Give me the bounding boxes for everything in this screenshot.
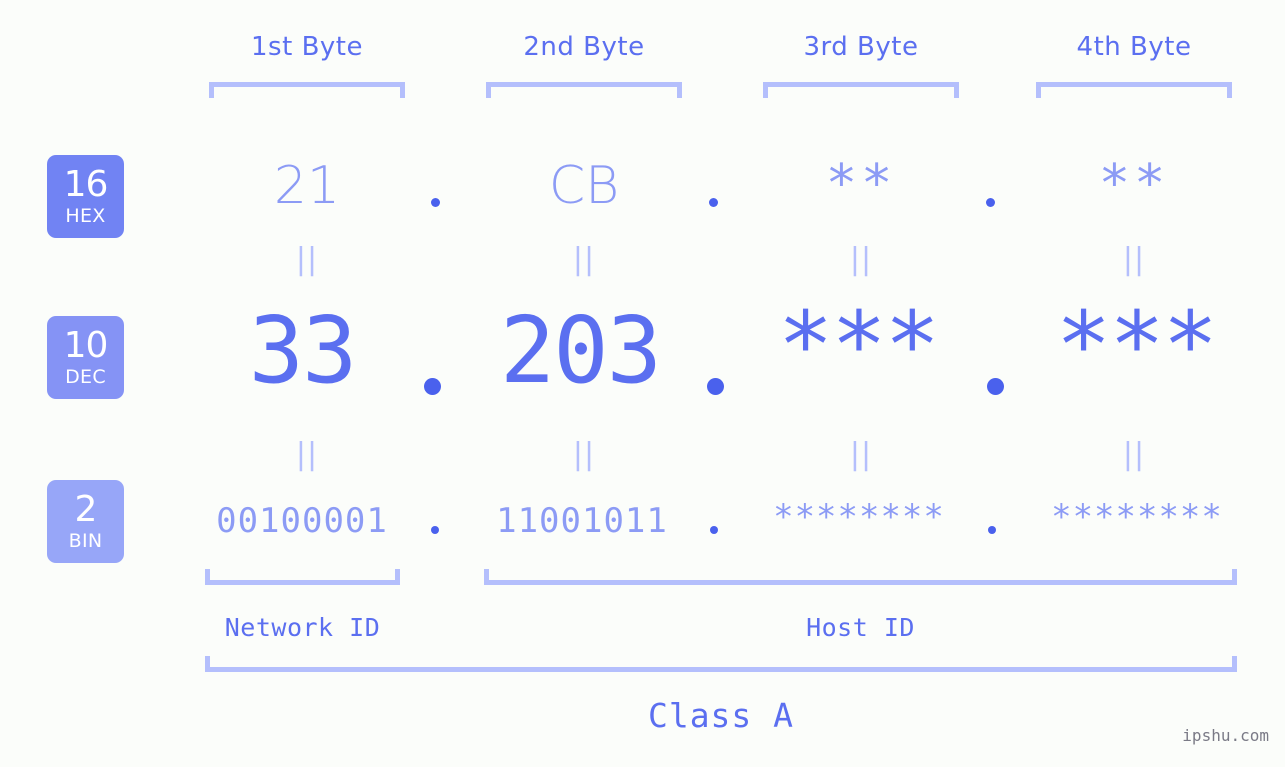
hex-separator-dot-1 (431, 198, 440, 207)
dec-separator-dot-3 (987, 378, 1004, 395)
equals-mark-row1-byte2: || (572, 242, 596, 277)
watermark: ipshu.com (1182, 726, 1269, 745)
equals-mark-row1-byte3: || (849, 242, 873, 277)
byte-bracket-4 (1036, 82, 1232, 98)
network-id-label: Network ID (224, 613, 381, 642)
byte-header-3: 3rd Byte (803, 32, 919, 62)
host-id-bracket (484, 569, 1237, 585)
equals-mark-row1-byte1: || (295, 242, 319, 277)
bin-byte-3-value: ******** (773, 497, 945, 537)
bin-separator-dot-2 (710, 526, 718, 534)
equals-mark-row2-byte1: || (295, 437, 319, 472)
class-label: Class A (647, 696, 795, 735)
bin-byte-2-value: 11001011 (496, 501, 668, 541)
bin-byte-1-value: 00100001 (216, 501, 388, 541)
hex-byte-4-value: ** (1098, 154, 1170, 214)
equals-mark-row2-byte4: || (1122, 437, 1146, 472)
dec-byte-3-value: *** (777, 292, 940, 399)
byte-bracket-1 (209, 82, 405, 98)
base-badge-hex-number: 16 (63, 164, 109, 205)
dec-byte-4-value: *** (1055, 292, 1218, 399)
hex-byte-3-value: ** (825, 154, 897, 214)
byte-header-2: 2nd Byte (523, 32, 645, 62)
base-badge-dec-number: 10 (63, 325, 109, 366)
base-badge-hex: 16 HEX (47, 155, 124, 238)
hex-separator-dot-2 (709, 198, 718, 207)
dec-separator-dot-2 (707, 378, 724, 395)
dec-byte-2-value: 203 (499, 297, 662, 404)
bin-separator-dot-1 (431, 526, 439, 534)
byte-header-4: 4th Byte (1076, 32, 1192, 62)
byte-bracket-2 (486, 82, 682, 98)
byte-header-1: 1st Byte (251, 32, 363, 62)
byte-bracket-3 (763, 82, 959, 98)
dec-separator-dot-1 (424, 378, 441, 395)
equals-mark-row2-byte2: || (572, 437, 596, 472)
equals-mark-row2-byte3: || (849, 437, 873, 472)
dec-byte-1-value: 33 (248, 297, 358, 404)
base-badge-dec: 10 DEC (47, 316, 124, 399)
bin-separator-dot-3 (988, 526, 996, 534)
base-badge-hex-name: HEX (65, 205, 106, 227)
class-bracket (205, 656, 1237, 672)
hex-byte-1-value: 21 (273, 156, 341, 216)
bin-byte-4-value: ******** (1051, 497, 1223, 537)
base-badge-bin: 2 BIN (47, 480, 124, 563)
ip-byte-breakdown-diagram: 1st Byte 2nd Byte 3rd Byte 4th Byte 16 H… (0, 0, 1285, 767)
hex-separator-dot-3 (986, 198, 995, 207)
base-badge-dec-name: DEC (65, 366, 106, 388)
host-id-label: Host ID (806, 613, 915, 642)
network-id-bracket (205, 569, 400, 585)
base-badge-bin-name: BIN (68, 530, 103, 552)
hex-byte-2-value: CB (548, 156, 620, 216)
equals-mark-row1-byte4: || (1122, 242, 1146, 277)
base-badge-bin-number: 2 (74, 489, 98, 530)
